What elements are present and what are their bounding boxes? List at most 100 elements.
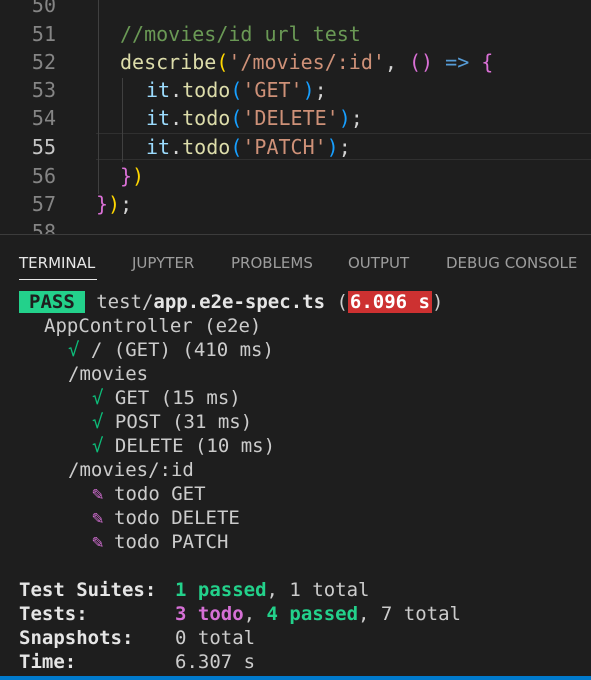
summary-label: Test Suites: xyxy=(19,579,157,601)
paren-open: ( xyxy=(325,291,348,313)
code-line[interactable]: 58 xyxy=(0,218,591,234)
code-token: ) xyxy=(326,135,339,159)
code-text: it.todo('PATCH'); xyxy=(146,133,351,161)
code-token: ( xyxy=(230,135,243,159)
line-number: 51 xyxy=(31,22,56,46)
code-text: it.todo('DELETE'); xyxy=(146,104,363,132)
separator: , xyxy=(243,603,267,625)
code-text: it.todo('GET'); xyxy=(146,76,327,104)
test-row: √ GET (15 ms) xyxy=(92,386,241,410)
line-number: 50 xyxy=(31,0,56,17)
pass-badge: PASS xyxy=(19,291,85,313)
test-label: POST (31 ms) xyxy=(114,411,253,433)
test-row: √ DELETE (10 ms) xyxy=(92,434,275,458)
pencil-icon: ✎ xyxy=(92,531,104,553)
code-line[interactable]: 53 it.todo('GET'); xyxy=(0,76,591,104)
suite-name: AppController (e2e) xyxy=(44,315,262,337)
line-number: 53 xyxy=(31,78,56,102)
pencil-icon: ✎ xyxy=(92,483,104,505)
summary-snapshots: Snapshots: 0 total xyxy=(19,626,255,650)
passed-count: 1 passed xyxy=(175,579,267,601)
code-line[interactable]: 54 it.todo('DELETE'); xyxy=(0,104,591,132)
passed-count: 4 passed xyxy=(266,603,359,625)
duration-badge: 6.096 s xyxy=(347,291,432,313)
code-token: 'PATCH' xyxy=(242,135,327,159)
tab-debug-console[interactable]: DEBUG CONSOLE xyxy=(446,254,577,272)
result-line: PASS test/app.e2e-spec.ts (6.096 s) xyxy=(19,290,443,314)
tab-jupyter[interactable]: JUPYTER xyxy=(132,254,194,272)
todo-row: ✎ todo PATCH xyxy=(92,530,228,554)
code-token: } xyxy=(120,164,133,188)
code-line[interactable]: 55 it.todo('PATCH'); xyxy=(0,133,591,161)
panel-tabs: TERMINAL JUPYTER PROBLEMS OUTPUT DEBUG C… xyxy=(0,235,591,285)
time-value: 6.307 s xyxy=(175,651,256,673)
todo-count: 3 todo xyxy=(175,603,244,625)
line-number: 58 xyxy=(31,220,56,234)
todo-label: todo GET xyxy=(114,483,206,505)
code-line[interactable]: 56}) xyxy=(0,162,591,190)
active-tab-indicator xyxy=(19,279,97,280)
summary-time: Time: 6.307 s xyxy=(19,650,255,674)
status-bar xyxy=(0,676,591,680)
group-name: /movies xyxy=(68,363,149,385)
code-token: ; xyxy=(338,135,351,159)
test-label: GET (15 ms) xyxy=(114,387,241,409)
test-label: / (GET) (410 ms) xyxy=(90,339,274,361)
tab-terminal[interactable]: TERMINAL xyxy=(19,254,95,272)
summary-label: Tests: xyxy=(19,603,88,625)
code-token: ( xyxy=(230,78,243,102)
code-token: } xyxy=(96,192,109,216)
code-line[interactable]: 51 //movies/id url test xyxy=(0,20,591,48)
todo-row: ✎ todo GET xyxy=(92,482,206,506)
code-line[interactable]: 57}); xyxy=(0,190,591,218)
todo-label: todo DELETE xyxy=(114,507,240,529)
summary-label: Time: xyxy=(19,651,77,673)
code-token: 'DELETE' xyxy=(242,106,339,130)
check-icon: √ xyxy=(68,339,80,361)
code-token: ( xyxy=(230,106,243,130)
code-line[interactable]: 50 xyxy=(0,0,591,19)
code-text: describe('/movies/:id', () => { xyxy=(120,48,493,76)
snapshots-value: 0 total xyxy=(175,627,256,649)
code-token: ) xyxy=(108,192,121,216)
code-token: describe xyxy=(120,50,217,74)
code-text: }); xyxy=(96,190,132,218)
test-row: √ POST (31 ms) xyxy=(92,410,252,434)
code-token: todo xyxy=(182,106,231,130)
total-count: , 1 total xyxy=(266,579,370,601)
code-token: ; xyxy=(120,192,133,216)
group-name: /movies/:id xyxy=(68,459,194,481)
code-token: , xyxy=(384,50,410,74)
code-text: }) xyxy=(120,162,144,190)
code-text: //movies/id url test xyxy=(120,20,361,48)
code-token: 'GET' xyxy=(242,78,303,102)
summary-label: Snapshots: xyxy=(19,627,134,649)
todo-row: ✎ todo DELETE xyxy=(92,506,240,530)
tab-output[interactable]: OUTPUT xyxy=(348,254,409,272)
code-editor[interactable]: 50 51 //movies/id url test 52 describe('/mov… xyxy=(0,0,591,234)
code-token: => xyxy=(445,50,470,74)
line-number: 52 xyxy=(31,50,56,74)
tab-problems[interactable]: PROBLEMS xyxy=(231,254,313,272)
line-number: 55 xyxy=(31,135,56,159)
line-number: 57 xyxy=(31,192,56,216)
code-token: ; xyxy=(350,106,363,130)
code-token: . xyxy=(170,78,183,102)
paren-close: ) xyxy=(431,291,444,313)
code-token: ) xyxy=(338,106,351,130)
code-line[interactable]: 52 describe('/movies/:id', () => { xyxy=(0,48,591,76)
code-token: it xyxy=(146,106,171,130)
code-token: ) xyxy=(302,78,315,102)
code-token: it xyxy=(146,135,171,159)
summary-tests: Tests: 3 todo, 4 passed, 7 total xyxy=(19,602,461,626)
code-token: . xyxy=(170,135,183,159)
code-token: () xyxy=(409,50,434,74)
summary-suites: Test Suites: 1 passed, 1 total xyxy=(19,578,369,602)
code-token: ; xyxy=(314,78,327,102)
code-token: it xyxy=(146,78,171,102)
pencil-icon: ✎ xyxy=(92,507,104,529)
line-number: 56 xyxy=(31,164,56,188)
code-token: . xyxy=(170,106,183,130)
todo-label: todo PATCH xyxy=(114,531,229,553)
